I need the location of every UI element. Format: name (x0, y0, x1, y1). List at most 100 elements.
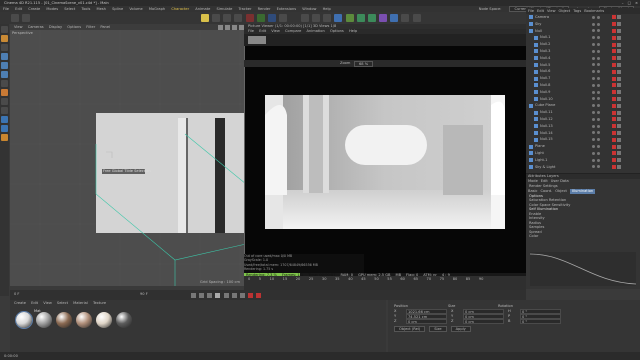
falloff-curve-graph[interactable] (530, 252, 636, 286)
object-tags[interactable] (612, 69, 640, 74)
visibility-dots[interactable] (592, 56, 612, 60)
visibility-dots[interactable] (592, 131, 612, 135)
undo-icon[interactable] (11, 14, 19, 22)
object-tags[interactable] (612, 76, 640, 81)
size-field[interactable]: 0 cm (463, 319, 504, 324)
object-row[interactable]: Null.7 (526, 75, 640, 82)
menu-animate[interactable]: Animate (195, 7, 210, 11)
menu-tools[interactable]: Tools (81, 7, 90, 11)
visibility-dots[interactable] (592, 77, 612, 81)
object-tags[interactable] (612, 110, 640, 115)
object-tags[interactable] (612, 35, 640, 40)
make-editable-icon[interactable] (1, 26, 8, 33)
object-tags[interactable] (612, 15, 640, 20)
object-row[interactable]: Null.5 (526, 62, 640, 69)
floor-icon[interactable] (390, 14, 399, 22)
object-row[interactable]: Null.1 (526, 34, 640, 41)
zoom-select[interactable]: 68 % (354, 60, 374, 67)
object-tags[interactable] (612, 42, 640, 47)
visibility-dots[interactable] (592, 97, 612, 101)
model-mode-icon[interactable] (1, 35, 8, 42)
visibility-dots[interactable] (592, 70, 612, 74)
end-frame-field[interactable]: 90 F (140, 292, 148, 296)
rotate-icon[interactable] (234, 14, 243, 22)
snap-icon[interactable] (1, 98, 8, 105)
material-preview[interactable] (76, 312, 92, 328)
object-row[interactable]: Null.2 (526, 41, 640, 48)
object-row[interactable]: Null.14 (526, 130, 640, 137)
position-field[interactable]: 0 cm (406, 319, 447, 324)
object-row[interactable]: Camera (526, 14, 640, 21)
visibility-dots[interactable] (592, 138, 612, 142)
visibility-dots[interactable] (592, 36, 612, 40)
object-tags[interactable] (612, 164, 640, 169)
material-preview[interactable] (56, 312, 72, 328)
vp-menu-filter[interactable]: Filter (86, 25, 95, 29)
record-icon[interactable] (248, 292, 254, 298)
pv-menu-help[interactable]: Help (349, 29, 357, 33)
menu-help[interactable]: Help (323, 7, 331, 11)
menu-tracker[interactable]: Tracker (239, 7, 252, 11)
subdivision-icon[interactable] (356, 14, 365, 22)
workplane-icon[interactable] (1, 107, 8, 114)
scale-icon[interactable] (223, 14, 232, 22)
visibility-dots[interactable] (592, 15, 612, 19)
solo-icon[interactable] (1, 134, 8, 141)
coord-size-select[interactable]: Size (429, 326, 447, 332)
pen-icon[interactable] (345, 14, 354, 22)
perspective-viewport[interactable]: Free Global Tilde Selection Grid Spacing… (10, 24, 246, 286)
visibility-dots[interactable] (592, 117, 612, 121)
object-tags[interactable] (612, 49, 640, 54)
visibility-dots[interactable] (592, 104, 612, 108)
material-preview[interactable] (116, 312, 132, 328)
object-tags[interactable] (612, 90, 640, 95)
next-key-icon[interactable] (231, 292, 237, 298)
visibility-dots[interactable] (592, 124, 612, 128)
vp-menu-display[interactable]: Display (49, 25, 62, 29)
mat-menu-texture[interactable]: Texture (93, 301, 106, 305)
object-tags[interactable] (612, 62, 640, 67)
enable-axis-icon[interactable] (1, 80, 8, 87)
object-row[interactable]: Null.11 (526, 109, 640, 116)
cloner-icon[interactable] (367, 14, 376, 22)
object-tags[interactable] (612, 144, 640, 149)
om-menu-edit[interactable]: Edit (537, 9, 544, 13)
z-axis-icon[interactable] (267, 14, 276, 22)
visibility-dots[interactable] (592, 90, 612, 94)
menu-mograph[interactable]: MoGraph (149, 7, 165, 11)
pv-menu-view[interactable]: View (271, 29, 280, 33)
menu-mesh[interactable]: Mesh (97, 7, 106, 11)
vp-menu-options[interactable]: Options (67, 25, 81, 29)
polygons-mode-icon[interactable] (1, 71, 8, 78)
zoom-icon[interactable] (225, 24, 230, 30)
x-axis-icon[interactable] (245, 14, 254, 22)
object-tags[interactable] (612, 28, 640, 33)
object-tags[interactable] (612, 22, 640, 27)
render-settings-icon[interactable] (323, 14, 332, 22)
menu-spline[interactable]: Spline (112, 7, 123, 11)
cube-icon[interactable] (334, 14, 343, 22)
object-row[interactable]: Plane (526, 143, 640, 150)
move-icon[interactable] (212, 14, 221, 22)
y-axis-icon[interactable] (256, 14, 265, 22)
visibility-dots[interactable] (592, 63, 612, 67)
object-row[interactable]: Null.13 (526, 123, 640, 130)
history-thumbnail-strip[interactable] (244, 34, 526, 46)
coord-mode-select[interactable]: Object (Rel) (394, 326, 426, 332)
visibility-dots[interactable] (592, 22, 612, 26)
material-preview[interactable] (36, 312, 52, 328)
points-mode-icon[interactable] (1, 53, 8, 60)
om-menu-object[interactable]: Object (559, 9, 571, 13)
object-row[interactable]: Null.15 (526, 136, 640, 143)
mat-menu-view[interactable]: View (43, 301, 52, 305)
visibility-dots[interactable] (592, 158, 612, 162)
vp-menu-panel[interactable]: Panel (100, 25, 110, 29)
menu-file[interactable]: File (3, 7, 9, 11)
object-row[interactable]: Null.4 (526, 55, 640, 62)
tab-illumination[interactable]: Illumination (569, 188, 596, 194)
menu-modes[interactable]: Modes (46, 7, 58, 11)
apply-button[interactable]: Apply (450, 326, 471, 332)
deformer-icon[interactable] (379, 14, 388, 22)
light-icon[interactable] (412, 14, 421, 22)
redo-icon[interactable] (22, 14, 31, 22)
